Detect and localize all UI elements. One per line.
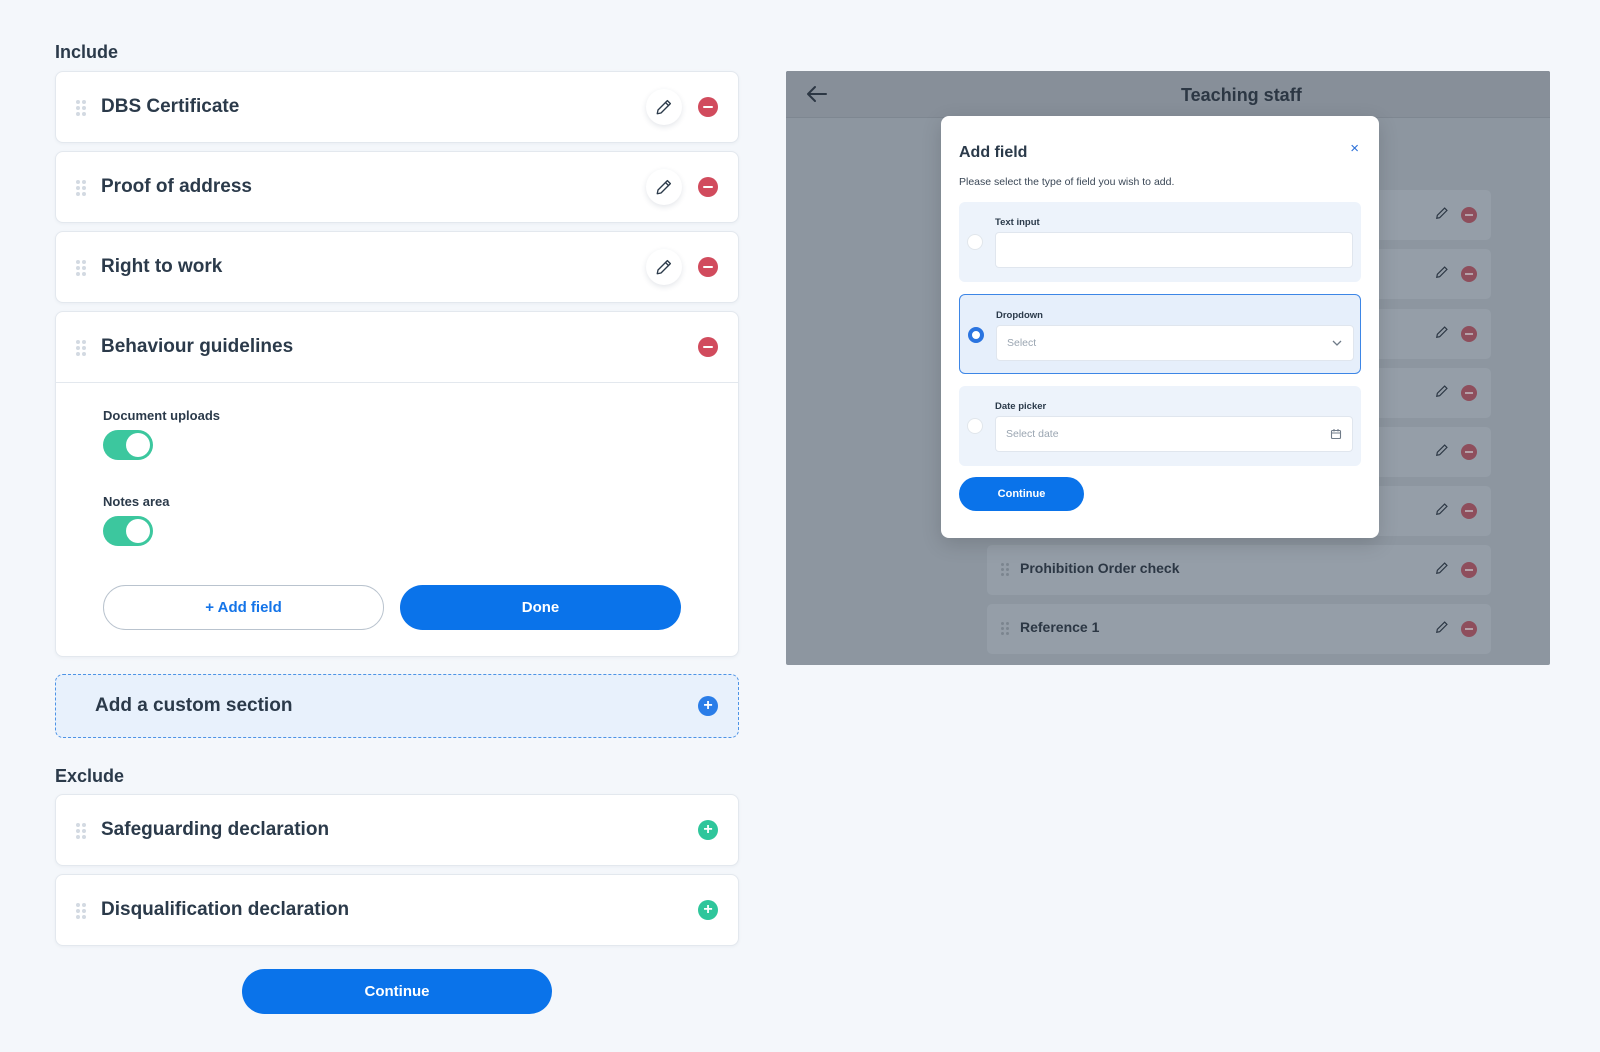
drag-handle-icon[interactable] xyxy=(76,100,86,116)
pencil-icon[interactable] xyxy=(1435,620,1449,634)
section-title: DBS Certificate xyxy=(101,96,240,117)
option-dropdown[interactable]: Dropdown Select xyxy=(959,294,1361,374)
preview-header: Teaching staff xyxy=(786,71,1550,118)
exclude-heading: Exclude xyxy=(55,766,125,786)
continue-button[interactable]: Continue xyxy=(242,969,552,1014)
remove-button[interactable] xyxy=(1461,326,1477,342)
modal-description: Please select the type of field you wish… xyxy=(959,176,1175,188)
back-arrow-icon[interactable] xyxy=(806,85,828,103)
section-title: Behaviour guidelines xyxy=(101,336,294,357)
remove-button[interactable] xyxy=(698,337,718,357)
section-card-proof-of-address: Proof of address xyxy=(55,151,739,223)
calendar-icon xyxy=(1330,429,1342,440)
radio-date-picker[interactable] xyxy=(967,418,983,434)
modal-title: Add field xyxy=(959,144,1028,161)
section-card-right-to-work: Right to work xyxy=(55,231,739,303)
pencil-icon xyxy=(656,259,672,275)
add-field-button[interactable]: + Add field xyxy=(103,585,384,630)
dropdown-placeholder: Select xyxy=(1007,337,1037,349)
drag-handle-icon[interactable] xyxy=(76,340,86,356)
drag-handle-icon[interactable] xyxy=(1001,622,1009,636)
edit-button[interactable] xyxy=(646,249,682,285)
section-card-dbs: DBS Certificate xyxy=(55,71,739,143)
list-item-prohibition: Prohibition Order check xyxy=(987,545,1491,595)
section-title: Proof of address xyxy=(101,176,252,197)
pencil-icon[interactable] xyxy=(1435,206,1449,220)
section-card-safeguarding: Safeguarding declaration + xyxy=(55,794,739,866)
section-card-behaviour-guidelines: Behaviour guidelines Document uploads No… xyxy=(55,311,739,657)
plus-icon[interactable]: + xyxy=(698,696,718,716)
remove-button[interactable] xyxy=(1461,207,1477,223)
option-text-input[interactable]: Text input xyxy=(959,202,1361,282)
text-input-field[interactable] xyxy=(995,232,1353,268)
dropdown-select[interactable]: Select xyxy=(996,325,1354,361)
add-custom-section[interactable]: Add a custom section + xyxy=(55,674,739,738)
drag-handle-icon[interactable] xyxy=(76,903,86,919)
pencil-icon[interactable] xyxy=(1435,502,1449,516)
remove-button[interactable] xyxy=(1461,621,1477,637)
drag-handle-icon[interactable] xyxy=(76,260,86,276)
drag-handle-icon[interactable] xyxy=(76,180,86,196)
toggle-notes-area[interactable] xyxy=(103,516,153,546)
pencil-icon[interactable] xyxy=(1435,325,1449,339)
toggle-label-document-uploads: Document uploads xyxy=(103,408,221,423)
preview-title: Teaching staff xyxy=(1181,85,1302,105)
remove-button[interactable] xyxy=(1461,266,1477,282)
pencil-icon xyxy=(656,99,672,115)
drag-handle-icon[interactable] xyxy=(76,823,86,839)
list-item-title: Prohibition Order check xyxy=(1020,560,1180,576)
section-settings: Document uploads Notes area + Add field … xyxy=(56,382,738,656)
preview-panel: Teaching staff Prohibition Order check R… xyxy=(786,71,1550,665)
option-label: Date picker xyxy=(995,401,1047,412)
section-title: Safeguarding declaration xyxy=(101,819,330,840)
remove-button[interactable] xyxy=(698,257,718,277)
remove-button[interactable] xyxy=(1461,444,1477,460)
include-heading: Include xyxy=(55,42,119,62)
section-title: Disqualification declaration xyxy=(101,899,350,920)
section-card-disqualification: Disqualification declaration + xyxy=(55,874,739,946)
chevron-down-icon xyxy=(1332,340,1342,346)
close-icon[interactable]: × xyxy=(1350,140,1359,157)
remove-button[interactable] xyxy=(1461,562,1477,578)
modal-continue-button[interactable]: Continue xyxy=(959,477,1084,511)
done-button[interactable]: Done xyxy=(400,585,681,630)
option-date-picker[interactable]: Date picker Select date xyxy=(959,386,1361,466)
radio-dropdown[interactable] xyxy=(968,327,984,343)
edit-button[interactable] xyxy=(646,169,682,205)
date-picker-field[interactable]: Select date xyxy=(995,416,1353,452)
toggle-document-uploads[interactable] xyxy=(103,430,153,460)
remove-button[interactable] xyxy=(1461,385,1477,401)
toggle-label-notes-area: Notes area xyxy=(103,494,170,509)
date-placeholder: Select date xyxy=(1006,428,1059,440)
pencil-icon[interactable] xyxy=(1435,561,1449,575)
list-item-title: Reference 1 xyxy=(1020,619,1100,635)
option-label: Dropdown xyxy=(996,310,1043,321)
custom-section-label: Add a custom section xyxy=(95,695,293,716)
remove-button[interactable] xyxy=(698,97,718,117)
section-title: Right to work xyxy=(101,256,223,277)
option-label: Text input xyxy=(995,217,1040,228)
add-field-modal: Add field × Please select the type of fi… xyxy=(941,116,1379,538)
edit-button[interactable] xyxy=(646,89,682,125)
pencil-icon[interactable] xyxy=(1435,265,1449,279)
add-button[interactable]: + xyxy=(698,900,718,920)
radio-text-input[interactable] xyxy=(967,234,983,250)
pencil-icon[interactable] xyxy=(1435,384,1449,398)
remove-button[interactable] xyxy=(1461,503,1477,519)
add-button[interactable]: + xyxy=(698,820,718,840)
pencil-icon xyxy=(656,179,672,195)
list-item-reference: Reference 1 xyxy=(987,604,1491,654)
drag-handle-icon[interactable] xyxy=(1001,563,1009,577)
remove-button[interactable] xyxy=(698,177,718,197)
pencil-icon[interactable] xyxy=(1435,443,1449,457)
